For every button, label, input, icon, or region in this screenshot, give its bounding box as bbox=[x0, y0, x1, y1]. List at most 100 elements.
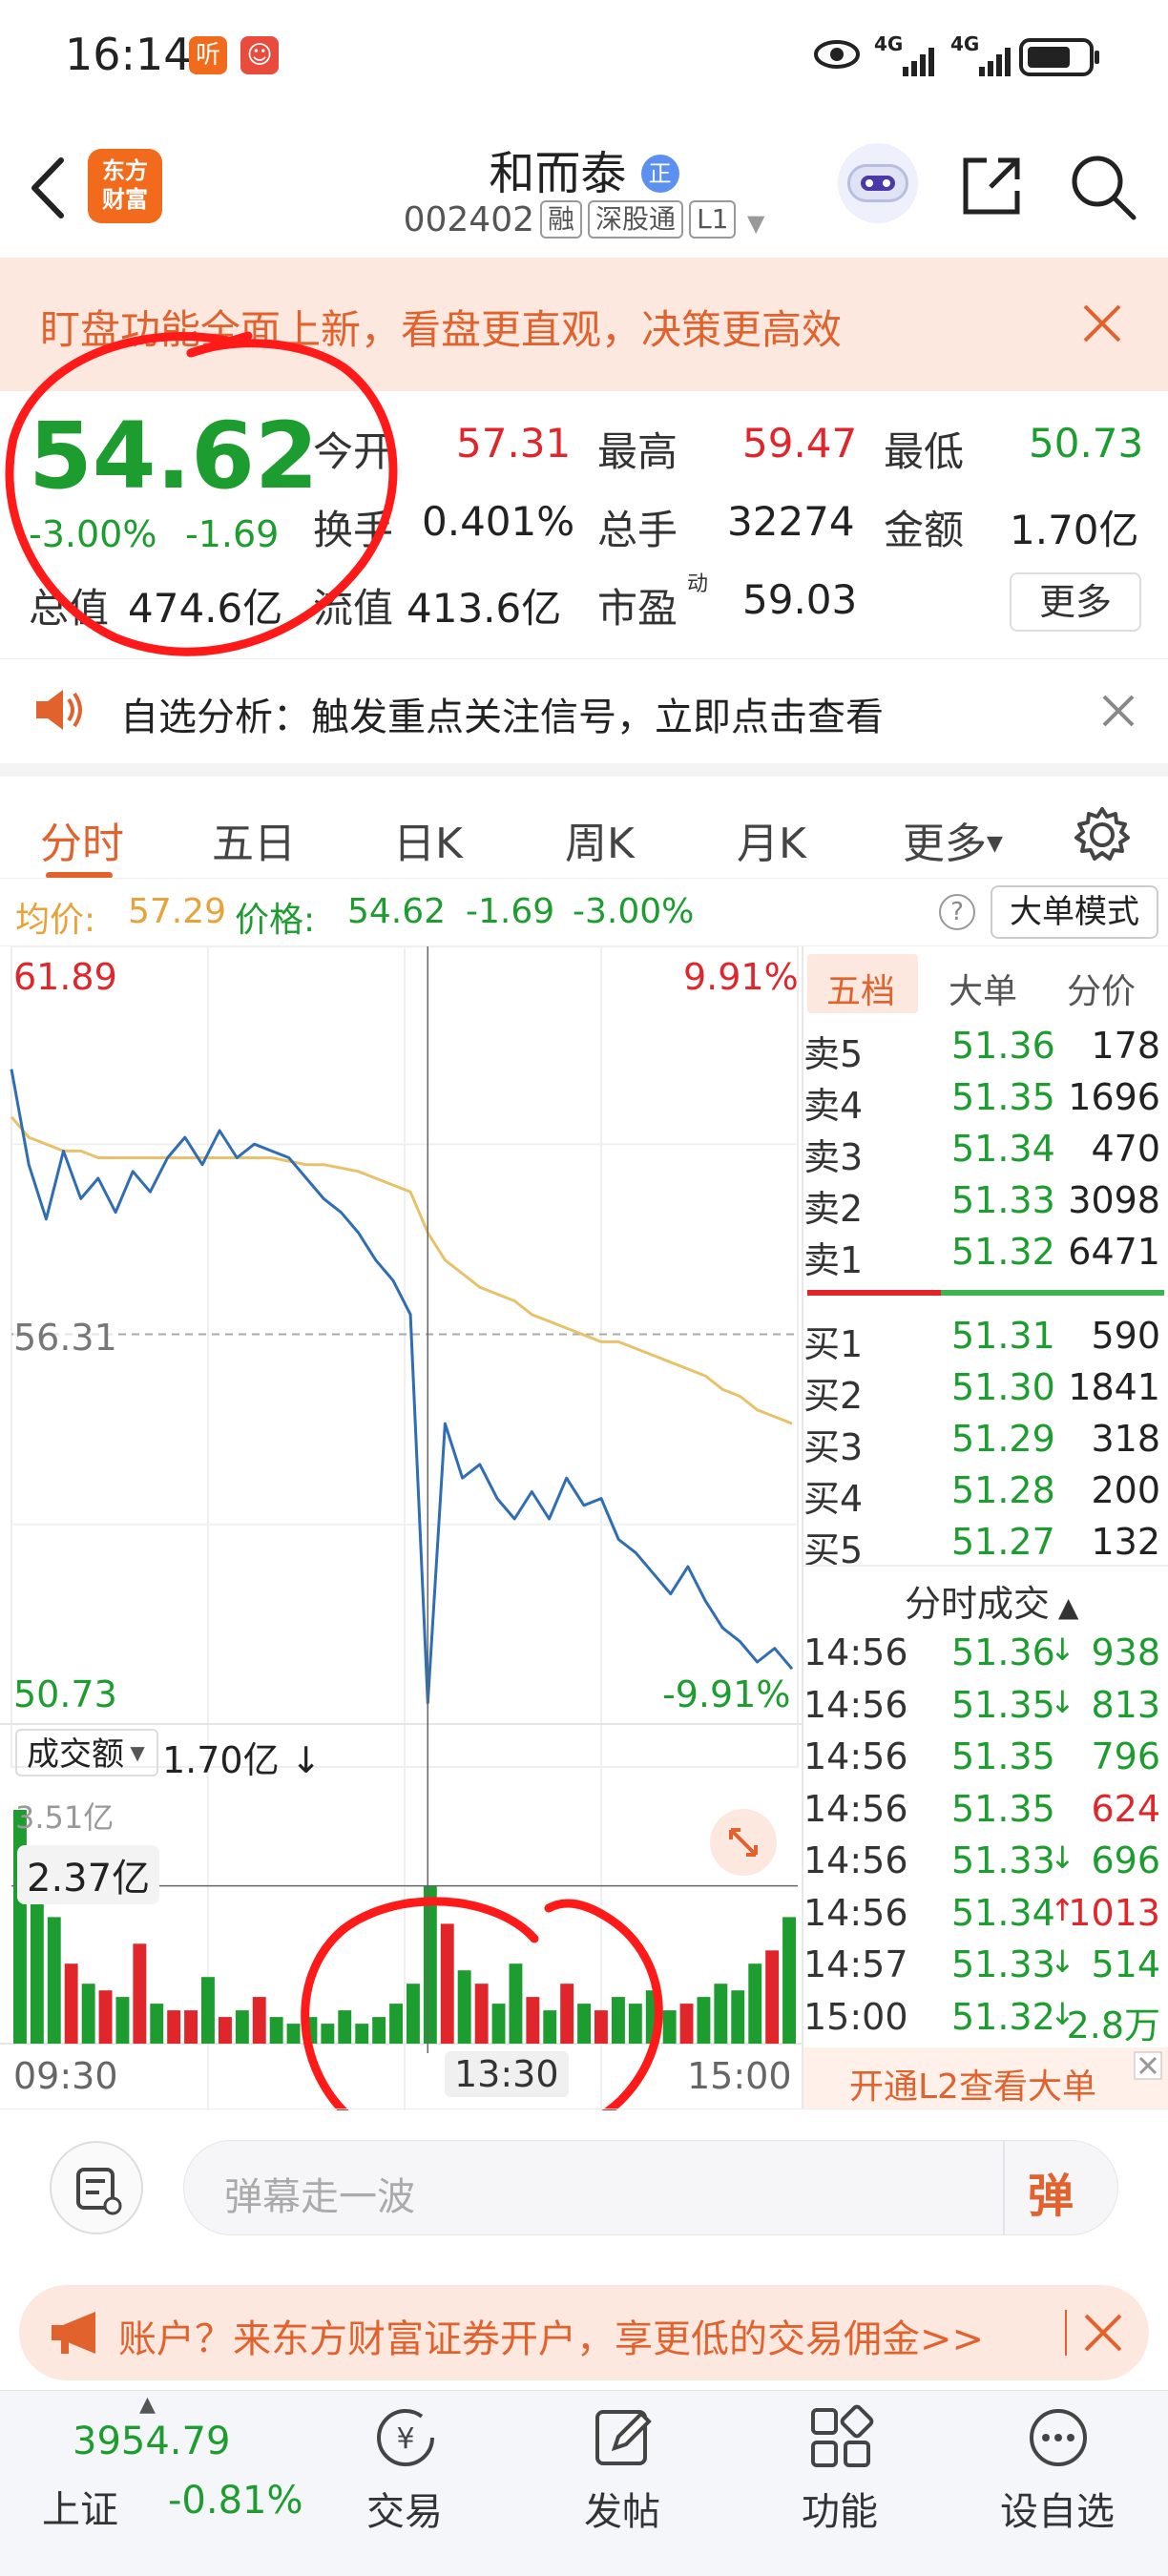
current-price: 54.62 bbox=[29, 403, 319, 509]
index-value[interactable]: 3954.79 bbox=[73, 2420, 230, 2463]
volume-amount: 1.70亿 bbox=[162, 1739, 280, 1781]
trade-time: 14:57 bbox=[803, 1943, 908, 1985]
index-percent[interactable]: -0.81% bbox=[168, 2479, 303, 2523]
bid-volume: 590 bbox=[1091, 1315, 1160, 1357]
tag-level1: L1 bbox=[689, 200, 737, 239]
input-divider bbox=[1003, 2141, 1005, 2234]
listen-app-icon: 听 bbox=[189, 36, 227, 74]
volume-bar bbox=[219, 2017, 232, 2044]
search-icon[interactable] bbox=[1067, 151, 1139, 223]
bid-row: 买5 51.27 132 bbox=[803, 1517, 1166, 1571]
volume-type-selector[interactable]: 成交额 ▼ bbox=[15, 1729, 158, 1776]
tab-daily-k[interactable]: 日K bbox=[393, 809, 463, 870]
change-percent: -3.00% bbox=[29, 513, 157, 555]
order-tab-price[interactable]: 分价 bbox=[1067, 964, 1136, 1013]
trade-row: 14:56 51.35 ↓ 813 bbox=[803, 1682, 1166, 1734]
volume-bar bbox=[321, 2024, 335, 2044]
time-cursor: 13:30 bbox=[445, 2051, 569, 2097]
compose-icon[interactable] bbox=[590, 2404, 657, 2471]
bid-label: 买1 bbox=[803, 1323, 864, 1365]
functions-icon[interactable] bbox=[807, 2404, 874, 2471]
svg-text:¥: ¥ bbox=[396, 2422, 414, 2456]
bid-price: 51.27 bbox=[951, 1521, 1055, 1563]
ask-label: 卖4 bbox=[803, 1085, 864, 1127]
turnover-value: 0.401% bbox=[422, 498, 575, 545]
battery-icon bbox=[1019, 38, 1099, 76]
tab-more[interactable]: 更多▼ bbox=[903, 809, 1003, 870]
order-tab-five-level[interactable]: 五档 bbox=[826, 964, 895, 1013]
ask-volume: 6471 bbox=[1068, 1231, 1160, 1273]
chart-bottom-percent: -9.91% bbox=[662, 1673, 791, 1715]
turnover-label: 换手 bbox=[313, 507, 394, 553]
volume-type-label: 成交额 bbox=[27, 1735, 124, 1774]
volume-label: 总手 bbox=[597, 507, 678, 553]
order-tab-big[interactable]: 大单 bbox=[949, 964, 1017, 1013]
nav-functions[interactable]: 功能 bbox=[754, 2481, 926, 2536]
trade-price: 51.35 bbox=[951, 1787, 1055, 1830]
promo-banner-text: 盯盘功能全面上新，看盘更直观，决策更高效 bbox=[40, 306, 843, 353]
trade-direction-icon: ↓ bbox=[1050, 1631, 1075, 1668]
trade-volume: 813 bbox=[1091, 1683, 1160, 1726]
trade-icon[interactable]: ¥ bbox=[372, 2404, 439, 2471]
l2-close-icon[interactable] bbox=[1134, 2051, 1162, 2080]
collapse-up-icon: ▲ bbox=[1050, 1591, 1079, 1623]
megaphone-icon bbox=[52, 2312, 95, 2354]
nav-add-watchlist[interactable]: 设自选 bbox=[971, 2481, 1143, 2536]
trade-row: 15:00 51.32 ↓ 2.8万 bbox=[803, 1994, 1166, 2046]
bid-volume: 200 bbox=[1091, 1469, 1160, 1511]
bid-volume: 1841 bbox=[1068, 1366, 1160, 1408]
ask-row: 卖2 51.33 3098 bbox=[803, 1175, 1166, 1230]
trades-title-row[interactable]: 分时成交 ▲ bbox=[905, 1574, 1078, 1627]
ask-row: 卖3 51.34 470 bbox=[803, 1124, 1166, 1178]
volume-bar bbox=[731, 1990, 745, 2044]
tab-intraday[interactable]: 分时 bbox=[40, 809, 124, 870]
volume-bar bbox=[115, 1997, 130, 2044]
banner-close-icon[interactable] bbox=[1080, 301, 1124, 345]
trade-row: 14:56 51.34 ↑ 1013 bbox=[803, 1890, 1166, 1942]
ask-price: 51.36 bbox=[951, 1025, 1055, 1067]
ask-label: 卖5 bbox=[803, 1033, 864, 1075]
index-name[interactable]: 上证 bbox=[42, 2479, 118, 2534]
ask-price: 51.33 bbox=[951, 1179, 1055, 1221]
nav-post[interactable]: 发帖 bbox=[536, 2481, 708, 2536]
intraday-chart[interactable] bbox=[0, 946, 802, 2110]
avg-price-polyline bbox=[10, 1115, 793, 1425]
share-icon[interactable] bbox=[958, 153, 1025, 219]
trade-volume: 696 bbox=[1091, 1839, 1160, 1881]
analysis-close-icon[interactable] bbox=[1101, 694, 1136, 728]
danmaku-input[interactable]: 弹幕走一波 弹 bbox=[183, 2140, 1118, 2235]
avg-price-label: 均价: bbox=[15, 901, 96, 940]
danmaku-send-button[interactable]: 弹 bbox=[1028, 2158, 1074, 2225]
tab-five-day[interactable]: 五日 bbox=[212, 809, 296, 870]
ask-volume: 178 bbox=[1091, 1025, 1160, 1067]
avg-price-value: 57.29 bbox=[128, 892, 227, 931]
robot-assistant-icon[interactable] bbox=[838, 143, 918, 223]
l2-upsell-bar[interactable]: 开通L2查看大单 bbox=[803, 2047, 1168, 2109]
expand-chart-button[interactable] bbox=[710, 1809, 777, 1876]
stock-code: 002402 bbox=[403, 200, 535, 239]
price-label: 价格: bbox=[235, 901, 316, 940]
volume-bar bbox=[440, 1923, 454, 2044]
add-watchlist-icon[interactable] bbox=[1025, 2404, 1092, 2471]
gear-icon[interactable] bbox=[1073, 805, 1132, 864]
pe-dynamic-mark: 动 bbox=[687, 572, 709, 596]
tab-monthly-k[interactable]: 月K bbox=[737, 809, 806, 870]
nav-trade[interactable]: 交易 bbox=[319, 2481, 490, 2536]
promo-banner[interactable]: 盯盘功能全面上新，看盘更直观，决策更高效 bbox=[0, 258, 1168, 391]
comment-settings-button[interactable] bbox=[50, 2141, 143, 2234]
ad-close-icon[interactable] bbox=[1082, 2312, 1124, 2354]
amount-value: 1.70亿 bbox=[1010, 507, 1139, 553]
l2-upsell-text: 开通L2查看大单 bbox=[849, 2067, 1096, 2107]
volume-bar bbox=[748, 1963, 762, 2044]
chart-bottom-price: 50.73 bbox=[13, 1673, 117, 1715]
help-icon[interactable]: ? bbox=[939, 894, 975, 930]
tab-weekly-k[interactable]: 周K bbox=[565, 809, 635, 870]
more-button[interactable]: 更多 bbox=[1010, 572, 1141, 632]
collapse-caret-icon: ▲ bbox=[139, 2393, 156, 2417]
watchlist-analysis-bar[interactable]: 自选分析：触发重点关注信号，立即点击查看 bbox=[0, 658, 1168, 763]
big-order-mode-button[interactable]: 大单模式 bbox=[991, 885, 1158, 939]
open-account-ad[interactable]: 账户？来东方财富证券开户，享更低的交易佣金>> bbox=[19, 2285, 1149, 2380]
dropdown-triangle-icon: ▼ bbox=[746, 210, 765, 237]
trades-title: 分时成交 bbox=[905, 1583, 1051, 1625]
price-polyline bbox=[10, 1069, 794, 1705]
